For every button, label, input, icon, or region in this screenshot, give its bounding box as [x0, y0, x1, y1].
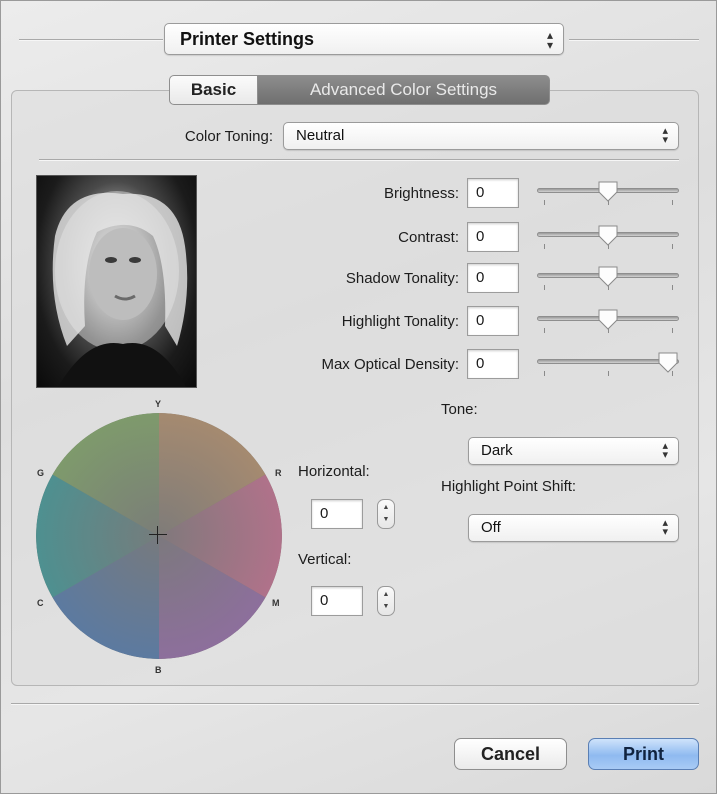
vertical-stepper[interactable]: ▲ ▼ [377, 586, 395, 616]
wheel-label-r: R [275, 468, 282, 478]
brightness-label: Brightness: [383, 185, 459, 202]
highlight-tonality-label: Highlight Tonality: [341, 313, 459, 330]
horizontal-field[interactable]: 0 [311, 499, 363, 529]
footer-divider [11, 703, 699, 704]
slider-thumb[interactable] [597, 224, 619, 246]
tab-advanced-color-settings[interactable]: Advanced Color Settings [258, 75, 550, 105]
popup-arrows-icon: ▴ ▾ [662, 517, 668, 538]
highlight-point-shift-value: Off [481, 519, 501, 536]
printer-settings-popup[interactable]: Printer Settings ▴ ▾ [164, 23, 564, 55]
slider-tick [608, 371, 609, 376]
header-divider-left [19, 39, 163, 40]
tab-basic[interactable]: Basic [169, 75, 258, 105]
tone-label: Tone: [441, 401, 478, 418]
vertical-label: Vertical: [298, 551, 352, 568]
shadow-tonality-field[interactable]: 0 [467, 263, 519, 293]
brightness-field[interactable]: 0 [467, 178, 519, 208]
slider-tick [544, 371, 545, 376]
tone-value: Dark [481, 442, 513, 459]
cancel-button[interactable]: Cancel [454, 738, 567, 770]
slider-thumb[interactable] [597, 180, 619, 202]
contrast-slider[interactable] [537, 222, 679, 252]
preview-image [36, 175, 197, 388]
print-button[interactable]: Print [588, 738, 699, 770]
contrast-label: Contrast: [398, 229, 459, 246]
wheel-label-c: C [37, 598, 44, 608]
printer-settings-label: Printer Settings [180, 29, 315, 49]
highlight-tonality-slider[interactable] [537, 306, 679, 336]
popup-arrows-icon: ▴ ▾ [662, 440, 668, 461]
slider-thumb[interactable] [597, 308, 619, 330]
wheel-label-m: M [272, 598, 280, 608]
slider-tick [544, 244, 545, 249]
slider-tick [672, 200, 673, 205]
vertical-field[interactable]: 0 [311, 586, 363, 616]
wheel-label-g: G [37, 468, 45, 478]
horizontal-stepper[interactable]: ▲ ▼ [377, 499, 395, 529]
slider-tick [672, 244, 673, 249]
slider-tick [544, 285, 545, 290]
slider-tick [544, 200, 545, 205]
brightness-slider[interactable] [537, 178, 679, 208]
highlight-point-shift-popup[interactable]: Off ▴ ▾ [468, 514, 679, 542]
portrait-preview-illustration [52, 191, 188, 387]
wheel-crosshair-icon[interactable] [149, 526, 167, 544]
popup-arrows-icon: ▴ ▾ [546, 28, 553, 52]
max-optical-density-slider[interactable] [537, 349, 679, 379]
slider-tick [672, 285, 673, 290]
color-toning-popup[interactable]: Neutral ▴ ▾ [283, 122, 679, 150]
highlight-point-shift-label: Highlight Point Shift: [441, 478, 577, 495]
header-divider-right [569, 39, 699, 40]
max-optical-density-label: Max Optical Density: [321, 356, 459, 373]
max-optical-density-field[interactable]: 0 [467, 349, 519, 379]
wheel-label-y: Y [155, 399, 162, 409]
horizontal-label: Horizontal: [298, 463, 370, 480]
slider-thumb[interactable] [597, 265, 619, 287]
color-toning-label: Color Toning: [184, 128, 273, 145]
print-dialog: Printer Settings ▴ ▾ Basic Advanced Color… [0, 0, 717, 794]
highlight-tonality-field[interactable]: 0 [467, 306, 519, 336]
popup-arrows-icon: ▴ ▾ [662, 125, 668, 146]
color-toning-value: Neutral [296, 127, 345, 144]
contrast-field[interactable]: 0 [467, 222, 519, 252]
shadow-tonality-label: Shadow Tonality: [345, 270, 459, 287]
wheel-label-b: B [155, 665, 162, 675]
slider-tick [672, 328, 673, 333]
tone-popup[interactable]: Dark ▴ ▾ [468, 437, 679, 465]
shadow-tonality-slider[interactable] [537, 263, 679, 293]
slider-thumb[interactable] [657, 351, 679, 373]
toning-divider [39, 159, 679, 160]
slider-tick [544, 328, 545, 333]
tab-bar: Basic Advanced Color Settings [169, 75, 550, 105]
